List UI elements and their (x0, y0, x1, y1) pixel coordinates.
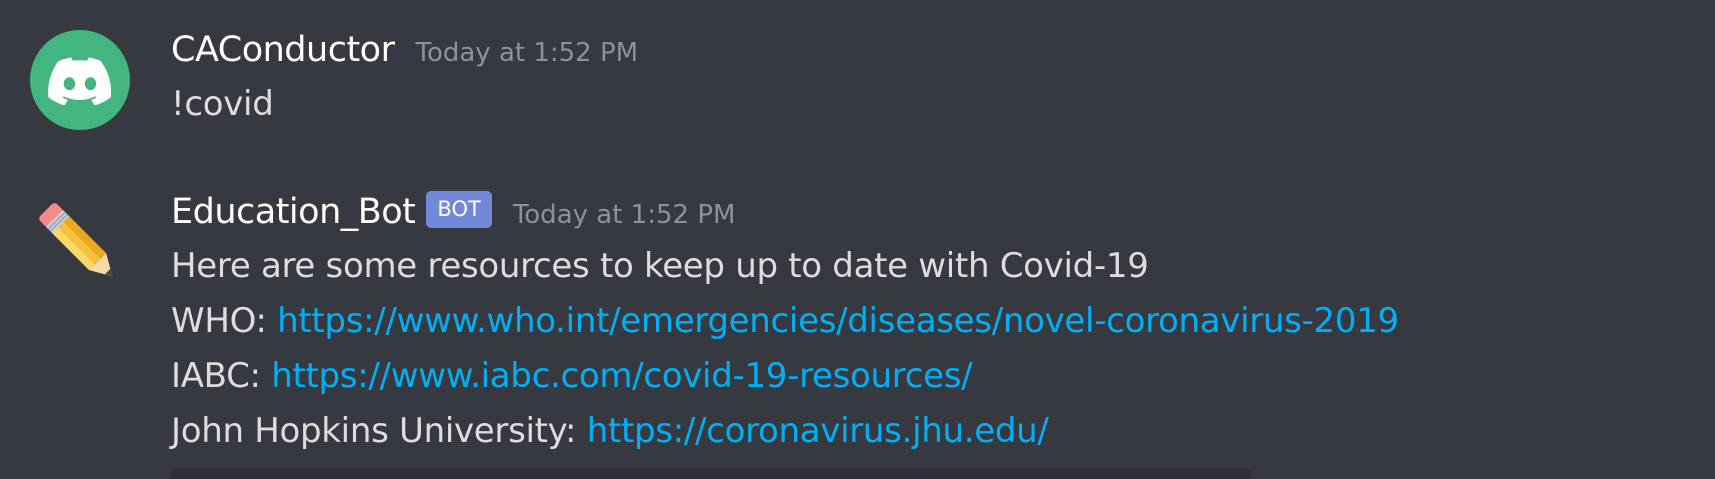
message-line-iabc: IABC: https://www.iabc.com/covid-19-reso… (171, 356, 973, 396)
username[interactable]: CAConductor (171, 30, 395, 70)
jhu-link[interactable]: https://coronavirus.jhu.edu/ (587, 411, 1049, 451)
timestamp[interactable]: Today at 1:52 PM (513, 200, 736, 230)
message-content: !covid (171, 84, 274, 124)
link-label-iabc: IABC: (171, 356, 272, 396)
user-avatar[interactable] (30, 30, 130, 130)
message-caconductor: CAConductor Today at 1:52 PM !covid (0, 0, 1715, 150)
timestamp[interactable]: Today at 1:52 PM (415, 38, 638, 68)
link-label-jhu: John Hopkins University: (171, 411, 587, 451)
bot-avatar[interactable] (30, 194, 130, 294)
message-header: Education_Bot BOT Today at 1:52 PM (171, 191, 736, 235)
who-link[interactable]: https://www.who.int/emergencies/diseases… (277, 301, 1399, 341)
message-header: CAConductor Today at 1:52 PM (171, 30, 638, 70)
message-education-bot: Education_Bot BOT Today at 1:52 PM Here … (0, 162, 1715, 479)
discord-logo-icon (48, 57, 112, 105)
message-line-intro: Here are some resources to keep up to da… (171, 246, 1149, 286)
username[interactable]: Education_Bot (171, 192, 416, 232)
iabc-link[interactable]: https://www.iabc.com/covid-19-resources/ (271, 356, 972, 396)
chat-messages: CAConductor Today at 1:52 PM !covid Educ… (0, 0, 1715, 479)
pencil-icon (39, 203, 113, 277)
link-label-who: WHO: (171, 301, 278, 341)
message-line-who: WHO: https://www.who.int/emergencies/dis… (171, 301, 1399, 341)
message-embed (171, 468, 1251, 479)
bot-badge: BOT (426, 191, 492, 228)
message-line-jhu: John Hopkins University: https://coronav… (171, 411, 1049, 451)
